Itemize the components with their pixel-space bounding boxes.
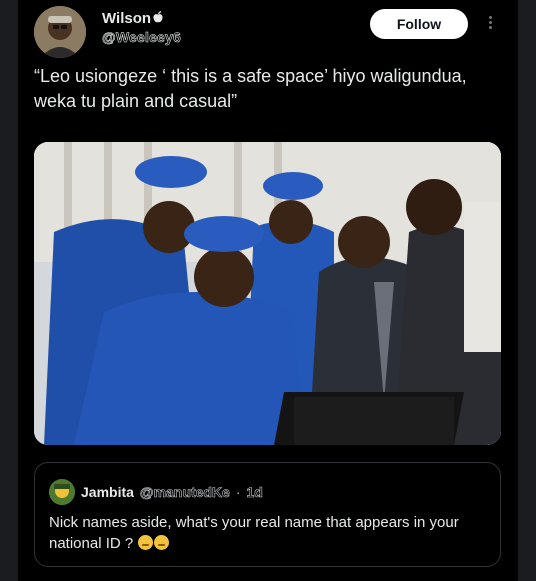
author-handle[interactable]: @Weeleey6 xyxy=(102,29,181,46)
quoted-tweet-text: Nick names aside, what's your real name … xyxy=(49,512,489,554)
separator-dot: · xyxy=(235,484,241,500)
quoted-tweet-header: Jambita @manutedKe · 1d xyxy=(49,479,263,505)
quoted-author-avatar[interactable] xyxy=(49,479,75,505)
left-border xyxy=(0,0,18,581)
author-name-text[interactable]: Wilson xyxy=(102,10,151,27)
grimace-emoji-icon xyxy=(154,535,170,550)
quoted-author-handle[interactable]: @manutedKe xyxy=(140,484,230,501)
author-display-name[interactable]: Wilson xyxy=(102,10,181,27)
right-border xyxy=(518,0,536,581)
tweet-header: Wilson @Weeleey6 Follow xyxy=(34,6,494,58)
follow-button[interactable]: Follow xyxy=(370,9,468,39)
media-image xyxy=(34,142,501,445)
author-avatar[interactable] xyxy=(34,6,86,58)
author-info: Wilson @Weeleey6 xyxy=(102,10,181,45)
quoted-text-body: Nick names aside, what's your real name … xyxy=(49,514,459,552)
quoted-timestamp[interactable]: 1d xyxy=(246,484,263,501)
grimace-emoji-icon xyxy=(138,535,154,550)
tweet-media[interactable] xyxy=(34,142,501,445)
more-vertical-icon[interactable] xyxy=(486,14,494,34)
tweet-text: “Leo usiongeze ‘ this is a safe space’ h… xyxy=(34,66,467,111)
apple-icon xyxy=(153,10,163,27)
quoted-tweet[interactable]: Jambita @manutedKe · 1d Nick names aside… xyxy=(34,462,501,567)
quoted-author-name[interactable]: Jambita xyxy=(81,484,134,500)
